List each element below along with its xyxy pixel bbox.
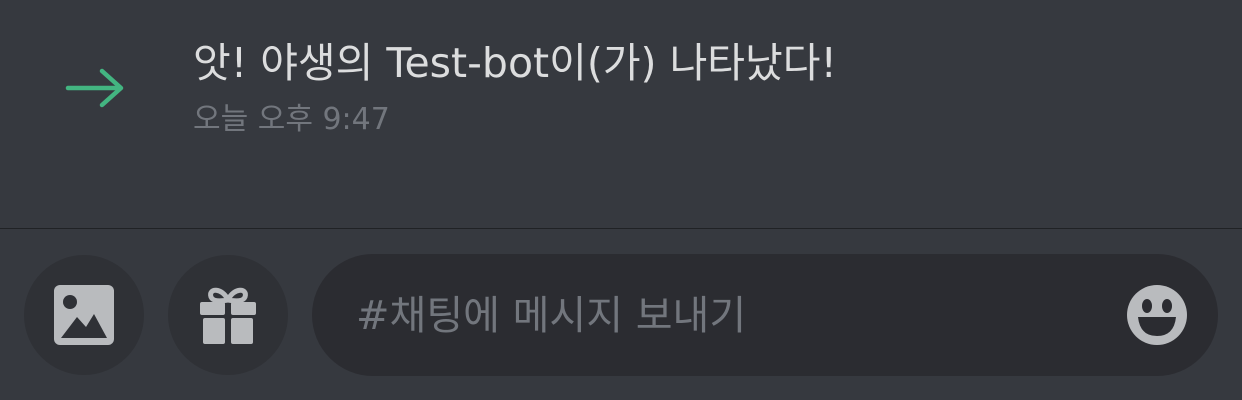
gift-icon xyxy=(200,287,256,344)
upload-image-button[interactable] xyxy=(24,255,144,375)
message-area: 앗! 야생의 Test-bot이(가) 나타났다! 오늘 오후 9:47 xyxy=(0,0,1242,228)
message-input-placeholder: #채팅에 메시지 보내기 xyxy=(356,293,747,339)
system-message-text: 앗! 야생의 Test-bot이(가) 나타났다! xyxy=(193,39,837,87)
join-arrow-icon xyxy=(64,66,126,110)
emoji-button[interactable] xyxy=(1126,284,1188,346)
image-icon xyxy=(54,285,114,345)
message-composer: #채팅에 메시지 보내기 xyxy=(0,229,1242,400)
message-timestamp: 오늘 오후 9:47 xyxy=(193,102,390,137)
emoji-smile-icon xyxy=(1127,285,1187,345)
message-input[interactable]: #채팅에 메시지 보내기 xyxy=(312,254,1218,376)
gift-button[interactable] xyxy=(168,255,288,375)
